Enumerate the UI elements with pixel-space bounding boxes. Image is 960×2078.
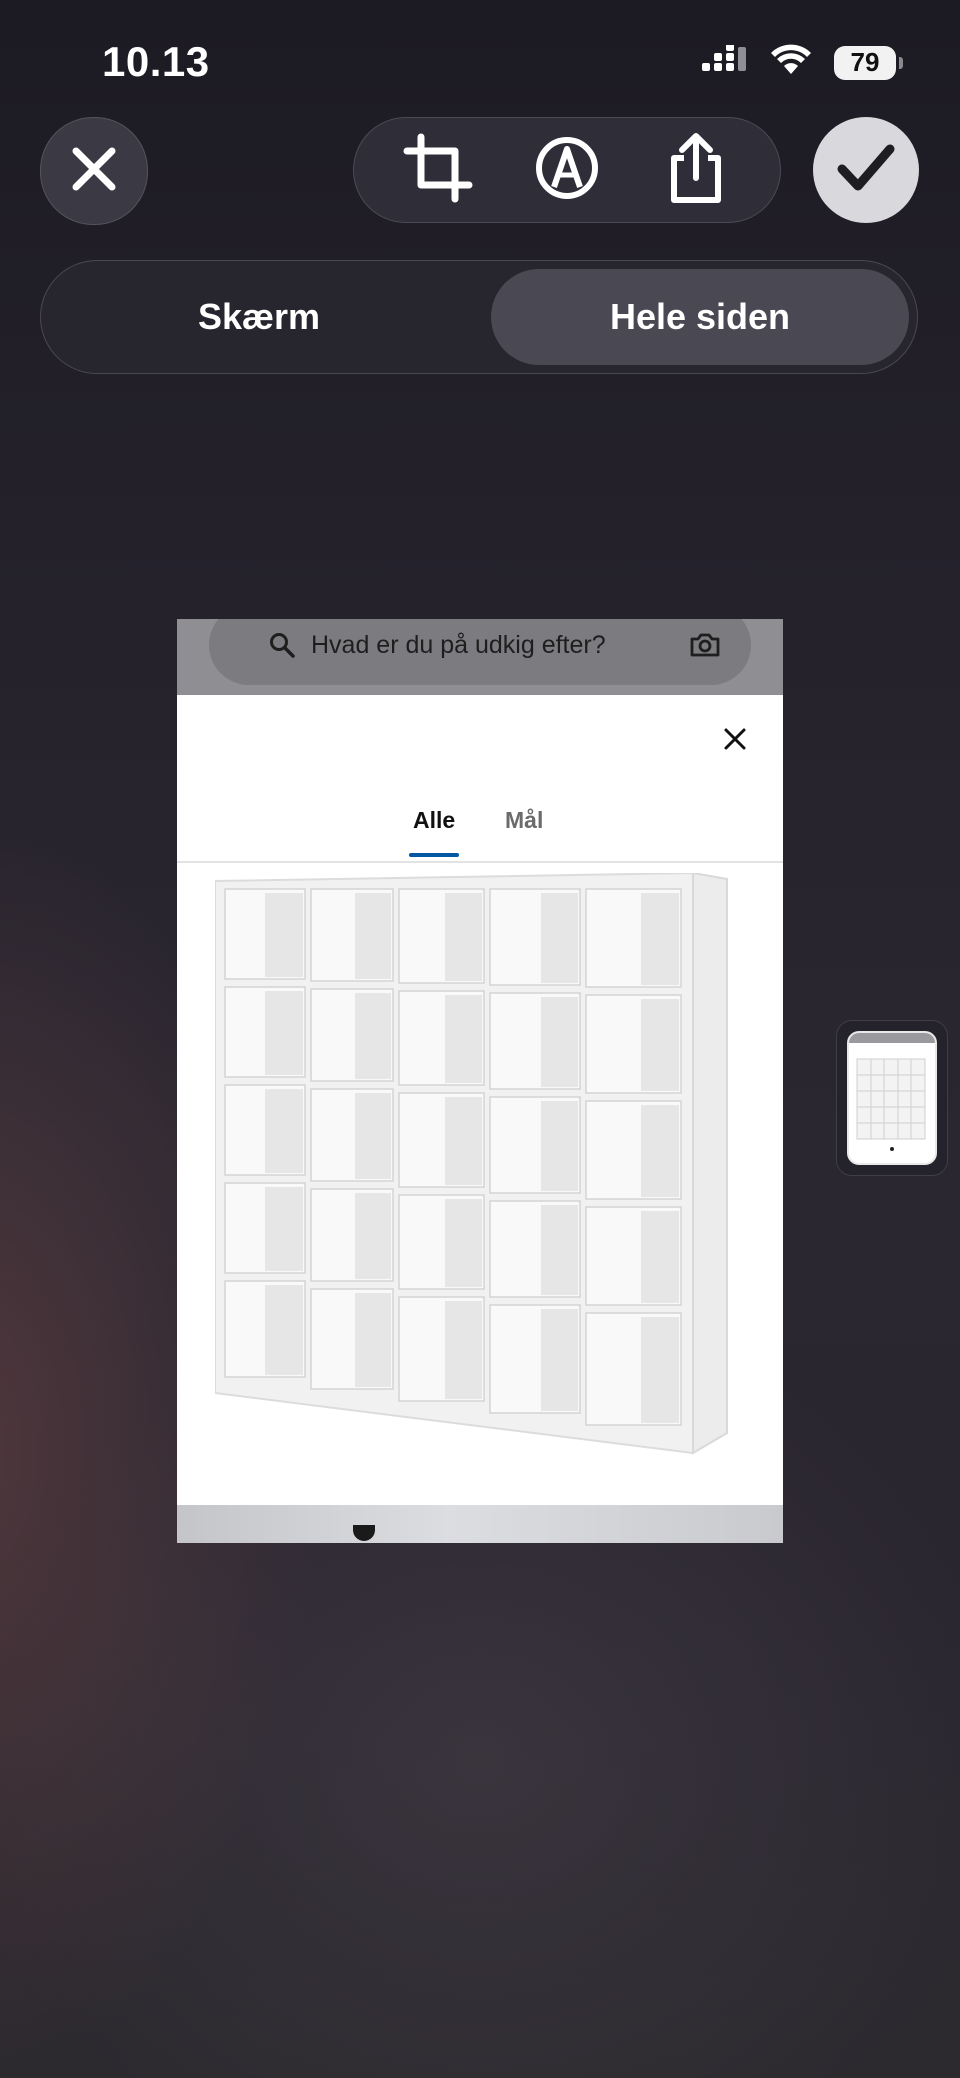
markup-icon (534, 135, 600, 206)
capture-mode-segmented-control: Skærm Hele siden (40, 260, 918, 374)
tabs-divider (177, 861, 783, 863)
wifi-icon (770, 44, 812, 81)
preview-tabs: Alle Mål (177, 807, 783, 855)
share-button[interactable] (651, 125, 741, 215)
done-button[interactable] (813, 117, 919, 223)
search-placeholder: Hvad er du på udkig efter? (311, 630, 606, 659)
cellular-signal-icon (702, 43, 748, 80)
thumbnail-shelf-image (856, 1058, 926, 1151)
pendant-lamp-graphic (353, 1525, 375, 1541)
battery-icon: 79 (834, 45, 903, 80)
checkmark-icon (837, 143, 895, 198)
status-icons: 79 (702, 43, 903, 81)
preview-bottom-strip (177, 1505, 783, 1543)
shelf-product-image (214, 871, 735, 1478)
tab-dimensions: Mål (505, 807, 544, 833)
share-icon (666, 132, 726, 209)
preview-search-bar: Hvad er du på udkig efter? (209, 619, 751, 685)
segment-full-page[interactable]: Hele siden (491, 269, 909, 365)
status-time: 10.13 (102, 38, 210, 85)
page-thumbnail[interactable] (847, 1031, 937, 1165)
tab-all: Alle (413, 807, 456, 833)
segment-screen[interactable]: Skærm (49, 269, 469, 365)
close-icon (70, 145, 118, 198)
thumbnail-header (849, 1033, 935, 1043)
close-button[interactable] (40, 117, 148, 225)
crop-button[interactable] (393, 125, 483, 215)
screenshot-preview[interactable]: Hvad er du på udkig efter? Alle Mål (177, 619, 783, 1543)
camera-icon (689, 632, 721, 658)
preview-modal-sheet: Alle Mål (177, 695, 783, 1505)
preview-header-strip: Hvad er du på udkig efter? (177, 619, 783, 695)
page-thumbnail-rail[interactable] (836, 1020, 948, 1176)
active-tab-indicator (409, 853, 459, 857)
search-icon (269, 632, 295, 658)
markup-button[interactable] (522, 125, 612, 215)
close-icon (723, 727, 747, 756)
crop-icon (403, 133, 473, 208)
edit-tools-group (353, 117, 781, 223)
